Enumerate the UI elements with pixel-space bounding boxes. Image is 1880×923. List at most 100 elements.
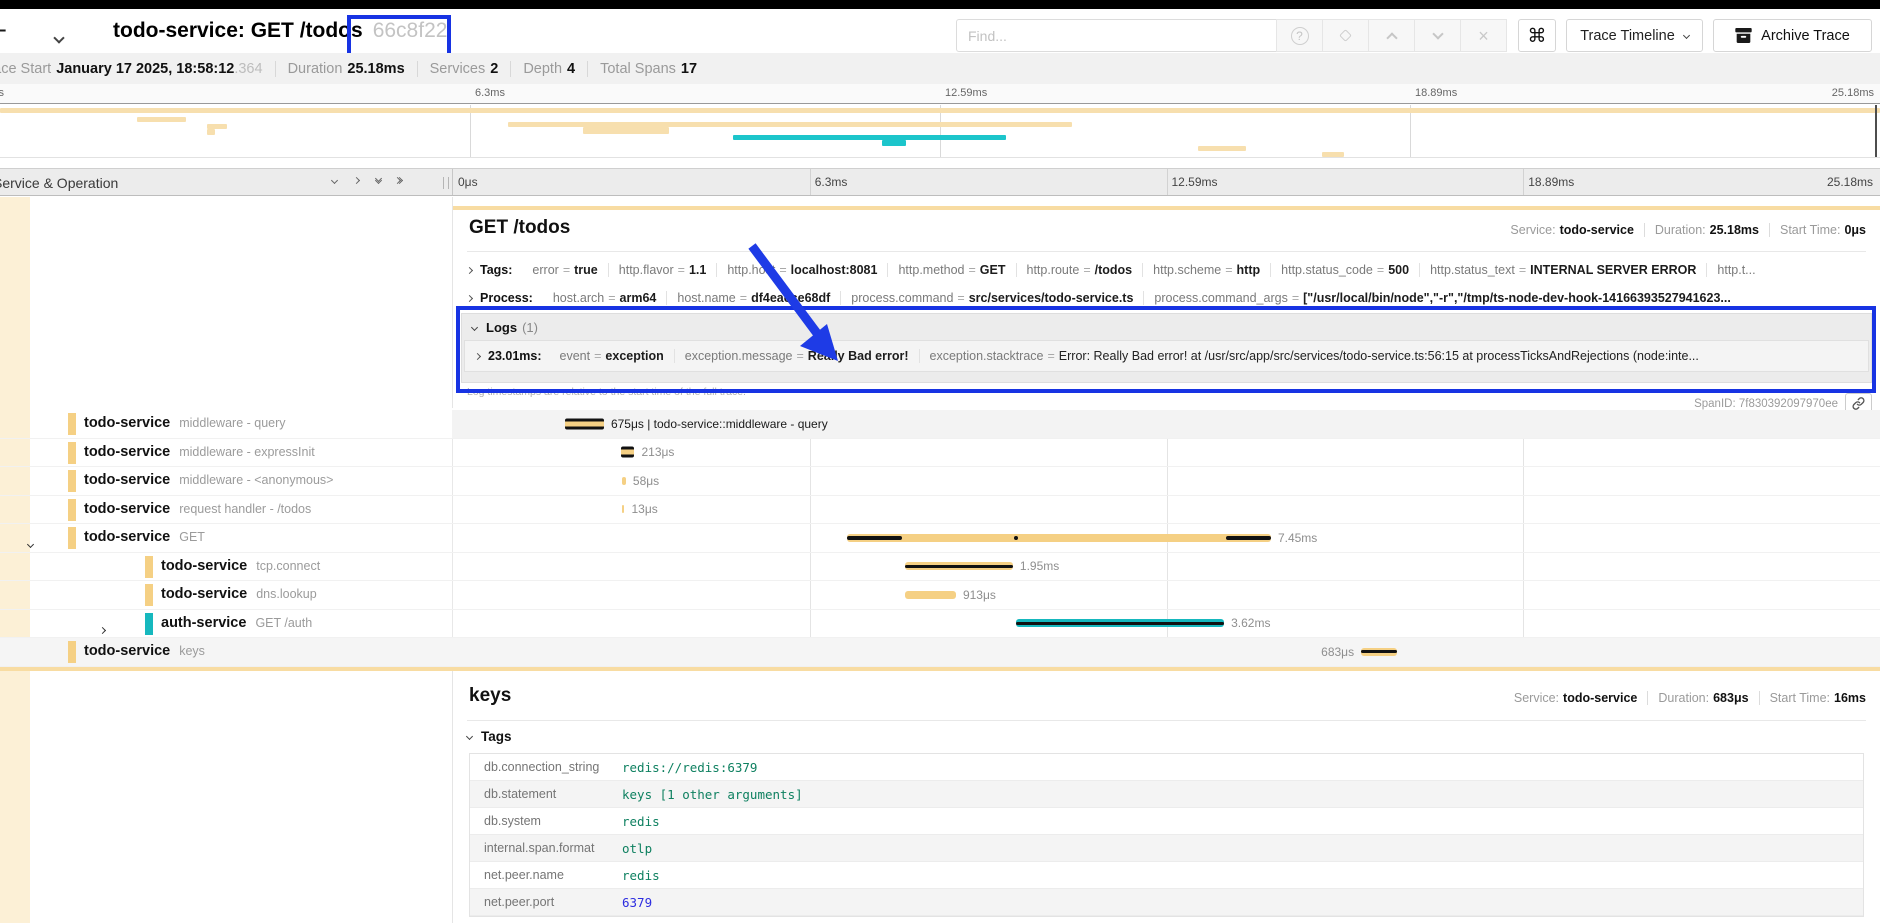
archive-trace-button[interactable]: Archive Trace (1713, 19, 1872, 52)
span-name-cell[interactable]: todo-servicemiddleware - <anonymous> (0, 467, 452, 495)
tag-key: http.host (727, 263, 775, 277)
span-duration-label: 7.45ms (1278, 531, 1317, 545)
span-row[interactable]: todo-servicemiddleware - <anonymous> 58μ… (0, 467, 1880, 496)
span-name-cell[interactable]: todo-servicetcp.connect (0, 553, 452, 581)
span-duration-bar[interactable] (905, 562, 1013, 570)
span-duration-label: 213μs (641, 445, 674, 459)
span-duration-bar[interactable] (621, 447, 635, 458)
minimap-tick-label: 25.18ms (1832, 87, 1874, 99)
meta-item: Start Time:16ms (1759, 691, 1866, 705)
span-duration-bar[interactable] (1361, 648, 1397, 656)
column-resize-grip[interactable] (443, 177, 449, 189)
span-timeline-cell[interactable]: 913μs (452, 581, 1880, 609)
minimap-tick-label: 6.3ms (475, 87, 505, 99)
tags-section-header[interactable]: Tags (467, 729, 512, 744)
span-row[interactable]: todo-servicedns.lookup 913μs (0, 581, 1880, 610)
operation-name: dns.lookup (256, 587, 316, 601)
span-duration-bar[interactable] (622, 505, 625, 513)
summary-value: 2 (490, 61, 498, 77)
span-duration-bar[interactable] (905, 591, 956, 599)
span-timeline-cell[interactable]: 7.45ms (452, 524, 1880, 552)
diamond-icon (1339, 29, 1352, 42)
row-chevron-icon[interactable] (28, 534, 33, 552)
log-entry-row[interactable]: 23.01ms: event=exceptionexception.messag… (464, 340, 1869, 372)
tag-key: http.route (1027, 263, 1080, 277)
span-timeline-cell[interactable]: 675μs | todo-service::middleware - query (452, 410, 1880, 438)
find-help-button[interactable]: ? (1276, 19, 1323, 52)
keyboard-shortcuts-button[interactable]: ⌘ (1518, 19, 1556, 52)
logs-header[interactable]: Logs (1) (462, 314, 1871, 340)
span-row[interactable]: todo-servicemiddleware - expressInit 213… (0, 439, 1880, 468)
window-top-strip (0, 0, 1880, 9)
span-timeline-cell[interactable]: 13μs (452, 496, 1880, 524)
span-row[interactable]: todo-servicerequest handler - /todos 13μ… (0, 496, 1880, 525)
span-row[interactable]: todo-servicekeys 683μs (0, 638, 1880, 667)
service-name: todo-servicemiddleware - query (84, 415, 286, 431)
process-pill: host.arch=arm64 (543, 291, 667, 305)
span-duration-bar[interactable] (847, 534, 1271, 542)
equals-sign: = (775, 263, 790, 277)
tag-row: db.statement keys [1 other arguments] (470, 781, 1863, 808)
tag-row: net.peer.name redis (470, 862, 1863, 889)
collapse-all-icon[interactable] (376, 179, 381, 183)
divider (467, 720, 1866, 721)
summary-item: Services 2 (417, 61, 499, 77)
span-timeline-cell[interactable]: 3.62ms (452, 610, 1880, 638)
divider (467, 251, 1866, 252)
span-row[interactable]: todo-servicetcp.connect 1.95ms (0, 553, 1880, 582)
meta-value: 683μs (1713, 691, 1748, 705)
span-name-cell[interactable]: todo-servicemiddleware - expressInit (0, 439, 452, 467)
find-prev-button[interactable] (1368, 19, 1415, 52)
span-name-cell[interactable]: auth-serviceGET /auth (0, 610, 452, 638)
expand-all-icon[interactable] (398, 178, 402, 183)
tag-pill: http.method=GET (887, 263, 1015, 277)
span-row[interactable]: todo-serviceGET 7.45ms (0, 524, 1880, 553)
span-timeline-cell[interactable]: 58μs (452, 467, 1880, 495)
process-row[interactable]: Process: host.arch=arm64host.name=df4eae… (467, 285, 1872, 311)
tags-row[interactable]: Tags: error=truehttp.flavor=1.1http.host… (467, 257, 1872, 283)
back-arrow-icon[interactable]: ← (0, 16, 7, 44)
find-input[interactable] (956, 19, 1277, 52)
operation-name: GET /auth (255, 616, 312, 630)
span-name-cell[interactable]: todo-servicerequest handler - /todos (0, 496, 452, 524)
row-chevron-icon[interactable] (100, 620, 105, 638)
summary-item: Duration 25.18ms (275, 61, 405, 77)
span-timeline-cell[interactable]: 1.95ms (452, 553, 1880, 581)
span-name-cell[interactable]: todo-servicekeys (0, 638, 452, 666)
find-clear-button[interactable]: × (1460, 19, 1507, 52)
span-duration-label: 1.95ms (1020, 559, 1059, 573)
tag-value: http (1237, 263, 1261, 277)
span-duration-bar[interactable] (1016, 619, 1224, 627)
equals-sign: = (1373, 263, 1388, 277)
span-duration-bar[interactable] (622, 477, 626, 485)
find-next-button[interactable] (1414, 19, 1461, 52)
tag-value: 500 (1388, 263, 1409, 277)
span-row[interactable]: todo-servicemiddleware - query 675μs | t… (0, 410, 1880, 439)
process-value: arm64 (620, 291, 657, 305)
minimap-right-scrubber[interactable] (1875, 105, 1877, 157)
chevron-right-icon (467, 294, 473, 301)
trace-view-label: Trace Timeline (1580, 28, 1675, 44)
tag-value: localhost:8081 (791, 263, 878, 277)
span-duration-bar[interactable] (565, 418, 604, 429)
operation-name: tcp.connect (256, 559, 320, 573)
span-name-cell[interactable]: todo-serviceGET (0, 524, 452, 552)
service-color-bar (68, 413, 76, 435)
collapse-one-icon[interactable] (331, 177, 338, 184)
service-color-bar (68, 641, 76, 663)
expand-one-icon[interactable] (353, 177, 360, 184)
trace-minimap[interactable]: 0μs6.3ms12.59ms18.89ms25.18ms (0, 84, 1880, 158)
collapse-trace-chevron-icon[interactable] (55, 29, 63, 47)
equals-sign: = (674, 263, 689, 277)
span-row[interactable]: auth-serviceGET /auth 3.62ms (0, 610, 1880, 639)
trace-view-selector[interactable]: Trace Timeline (1566, 19, 1703, 52)
span-name-cell[interactable]: todo-servicemiddleware - query (0, 410, 452, 438)
span-name-cell[interactable]: todo-servicedns.lookup (0, 581, 452, 609)
span-timeline-cell[interactable]: 683μs (452, 638, 1880, 666)
tag-value: redis (622, 814, 660, 829)
minimap-canvas[interactable] (0, 105, 1880, 158)
span-timeline-cell[interactable]: 213μs (452, 439, 1880, 467)
logs-count: (1) (522, 320, 538, 335)
find-match-case-button[interactable] (1322, 19, 1369, 52)
service-name: todo-servicetcp.connect (161, 558, 320, 574)
